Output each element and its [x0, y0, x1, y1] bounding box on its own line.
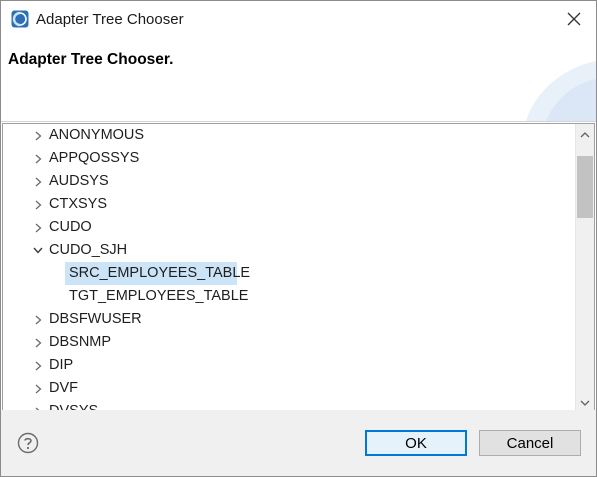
scroll-down-button[interactable]: [576, 392, 594, 410]
chevron-right-icon[interactable]: [30, 193, 46, 216]
scroll-up-button[interactable]: [576, 124, 594, 142]
help-button[interactable]: [17, 432, 39, 454]
tree-node[interactable]: APPQOSSYS: [3, 147, 575, 170]
chevron-right-icon[interactable]: [30, 147, 46, 170]
adapter-tree[interactable]: ANONYMOUS APPQOSSYS AUDSYS CTXSYS CUDO CUDO_S…: [2, 123, 595, 411]
tree-node-label: DIP: [49, 357, 74, 373]
chevron-right-icon[interactable]: [30, 354, 46, 377]
tree-node[interactable]: DVF: [3, 377, 575, 400]
tree-node[interactable]: DBSFWUSER: [3, 308, 575, 331]
adapter-tree-chooser-dialog: Adapter Tree Chooser Adapter Tree Choose…: [0, 0, 597, 477]
tree-node-label: DBSFWUSER: [49, 311, 142, 327]
tree-node-label: SRC_EMPLOYEES_TABLE: [69, 265, 251, 281]
tree-node-label: CUDO: [49, 219, 92, 235]
dialog-header: Adapter Tree Chooser.: [1, 39, 596, 122]
tree-node[interactable]: DBSNMP: [3, 331, 575, 354]
tree-node-label: CTXSYS: [49, 196, 108, 212]
tree-node-label: AUDSYS: [49, 173, 109, 189]
header-title: Adapter Tree Chooser.: [8, 51, 174, 68]
tree-node-list: ANONYMOUS APPQOSSYS AUDSYS CTXSYS CUDO CUDO_S…: [3, 124, 575, 410]
window-title: Adapter Tree Chooser: [36, 11, 184, 28]
tree-node[interactable]: ANONYMOUS: [3, 124, 575, 147]
dialog-footer: OK Cancel: [1, 410, 596, 476]
tree-node-label: DBSNMP: [49, 334, 112, 350]
chevron-right-icon[interactable]: [30, 124, 46, 147]
tree-node-label: CUDO_SJH: [49, 242, 128, 258]
tree-node[interactable]: TGT_EMPLOYEES_TABLE: [3, 285, 575, 308]
tree-node-label: ANONYMOUS: [49, 127, 145, 143]
chevron-right-icon[interactable]: [30, 331, 46, 354]
chevron-down-icon[interactable]: [30, 239, 46, 262]
tree-node-label: DVF: [49, 380, 78, 396]
tree-node[interactable]: CUDO: [3, 216, 575, 239]
eclipse-app-icon: [11, 10, 29, 28]
chevron-right-icon[interactable]: [30, 377, 46, 400]
chevron-right-icon[interactable]: [30, 216, 46, 239]
tree-node[interactable]: CTXSYS: [3, 193, 575, 216]
tree-node[interactable]: CUDO_SJH: [3, 239, 575, 262]
cancel-button[interactable]: Cancel: [479, 430, 581, 456]
vertical-scrollbar[interactable]: [575, 124, 594, 410]
header-banner-graphic: [526, 61, 596, 121]
chevron-right-icon[interactable]: [30, 170, 46, 193]
chevron-right-icon[interactable]: [30, 308, 46, 331]
ok-button[interactable]: OK: [365, 430, 467, 456]
tree-node[interactable]: DIP: [3, 354, 575, 377]
title-bar[interactable]: Adapter Tree Chooser: [1, 1, 596, 39]
chevron-down-icon: [580, 393, 590, 409]
scroll-thumb[interactable]: [577, 156, 593, 218]
tree-node-label: TGT_EMPLOYEES_TABLE: [69, 288, 249, 304]
tree-node[interactable]: AUDSYS: [3, 170, 575, 193]
help-icon: [17, 432, 39, 457]
tree-node[interactable]: SRC_EMPLOYEES_TABLE: [3, 262, 575, 285]
close-button[interactable]: [558, 4, 590, 36]
close-icon: [567, 12, 581, 29]
tree-node-label: APPQOSSYS: [49, 150, 140, 166]
chevron-up-icon: [580, 125, 590, 141]
